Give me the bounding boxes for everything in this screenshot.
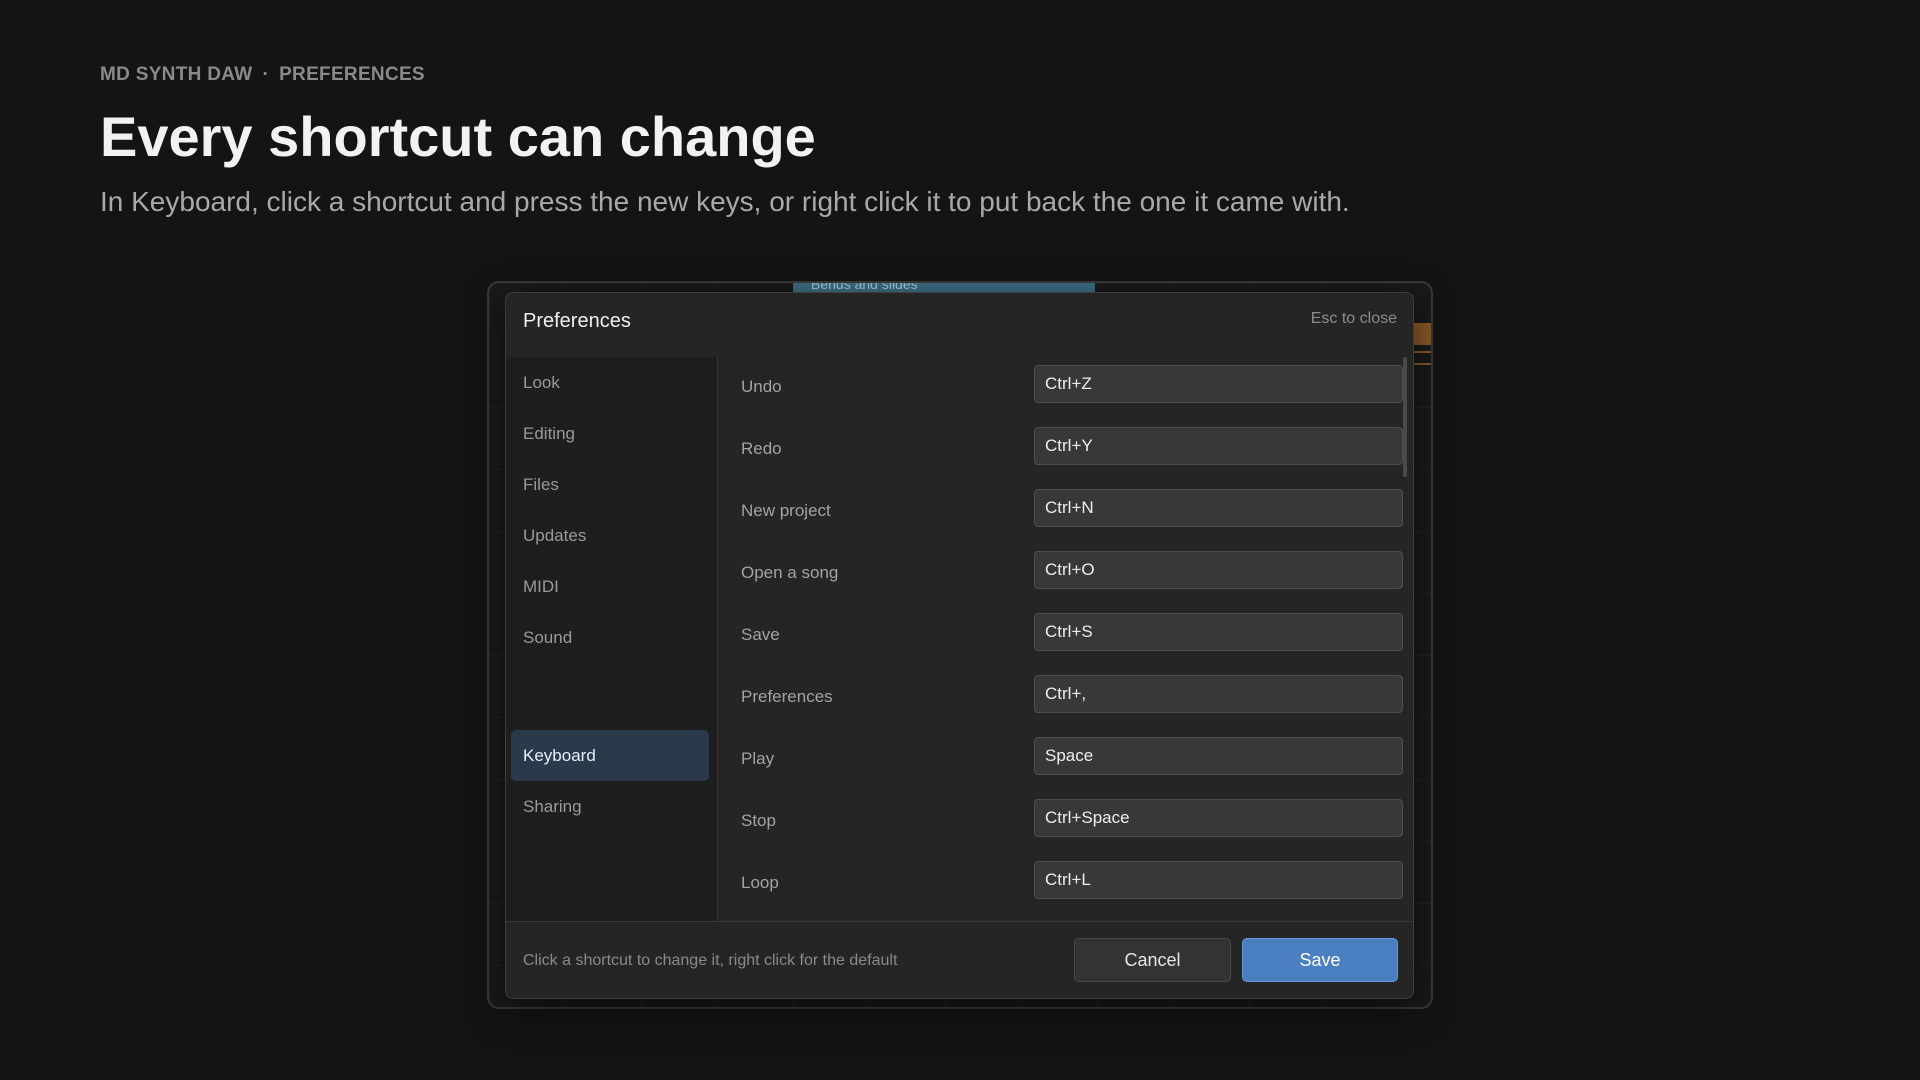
footer-hint: Click a shortcut to change it, right cli… <box>523 952 898 969</box>
shortcut-row: Save Ctrl+S <box>718 605 1413 667</box>
shortcut-key-field[interactable]: Ctrl+N <box>1034 489 1403 527</box>
dialog-header: Preferences Esc to close <box>506 293 1413 357</box>
preferences-dialog: Preferences Esc to close Look Editing Fi… <box>505 292 1414 999</box>
page-subtitle: In Keyboard, click a shortcut and press … <box>100 186 1350 217</box>
daw-clip-orange <box>1413 323 1431 345</box>
shortcut-action: New project <box>741 501 831 520</box>
shortcut-row: New project Ctrl+N <box>718 481 1413 543</box>
shortcut-row: Open a song Ctrl+O <box>718 543 1413 605</box>
shortcut-key-field[interactable]: Ctrl+O <box>1034 551 1403 589</box>
scrollbar-thumb[interactable] <box>1403 357 1407 477</box>
shortcut-action: Redo <box>741 439 782 458</box>
sidebar-item-editing[interactable]: Editing <box>511 408 709 459</box>
shortcut-action: Open a song <box>741 563 839 582</box>
shortcut-row: Redo Ctrl+Y <box>718 419 1413 481</box>
shortcut-key-field[interactable]: Ctrl+S <box>1034 613 1403 651</box>
shortcut-key-field[interactable]: Ctrl+Y <box>1034 427 1403 465</box>
daw-clip-label: Bends and slides <box>811 281 918 292</box>
sidebar-item-sharing[interactable]: Sharing <box>511 781 709 832</box>
shortcut-list: Undo Ctrl+Z Redo Ctrl+Y New project Ctrl… <box>718 357 1413 921</box>
page-title: Every shortcut can change <box>100 105 816 168</box>
shortcut-row: Undo Ctrl+Z <box>718 357 1413 419</box>
daw-clip-orange-lines <box>1413 351 1431 365</box>
dialog-title: Preferences <box>523 310 631 332</box>
sidebar-item-files[interactable]: Files <box>511 459 709 510</box>
shortcut-key-field[interactable]: Ctrl+Space <box>1034 799 1403 837</box>
shortcut-key-field[interactable]: Ctrl+L <box>1034 861 1403 899</box>
sidebar-item-midi[interactable]: MIDI <box>511 561 709 612</box>
cancel-button[interactable]: Cancel <box>1074 938 1231 982</box>
sidebar-item-look[interactable]: Look <box>511 357 709 408</box>
breadcrumb-section: PREFERENCES <box>279 64 425 85</box>
shortcut-action: Loop <box>741 873 779 892</box>
sidebar-item-updates[interactable]: Updates <box>511 510 709 561</box>
dialog-footer: Click a shortcut to change it, right cli… <box>506 921 1413 998</box>
shortcut-row: Preferences Ctrl+, <box>718 667 1413 729</box>
sidebar-item-keyboard[interactable]: Keyboard <box>511 730 709 781</box>
sidebar-item-sound[interactable]: Sound <box>511 612 709 663</box>
shortcut-action: Save <box>741 625 780 644</box>
shortcut-action: Undo <box>741 377 782 396</box>
shortcut-action: Play <box>741 749 775 768</box>
preferences-sidebar: Look Editing Files Updates MIDI Sound Ke… <box>506 357 718 921</box>
breadcrumb-app: MD SYNTH DAW <box>100 64 253 85</box>
shortcut-key-field[interactable]: Ctrl+Z <box>1034 365 1403 403</box>
shortcut-row: Stop Ctrl+Space <box>718 791 1413 853</box>
shortcut-action: Preferences <box>741 687 833 706</box>
save-button[interactable]: Save <box>1242 938 1398 982</box>
breadcrumb-separator: · <box>262 64 270 85</box>
shortcut-key-field[interactable]: Space <box>1034 737 1403 775</box>
shortcut-row: Play Space <box>718 729 1413 791</box>
shortcut-action: Stop <box>741 811 776 830</box>
shortcut-key-field[interactable]: Ctrl+, <box>1034 675 1403 713</box>
shortcut-row: Loop Ctrl+L <box>718 853 1413 915</box>
close-hint: Esc to close <box>1310 310 1397 327</box>
breadcrumb: MD SYNTH DAW · PREFERENCES <box>100 64 425 86</box>
